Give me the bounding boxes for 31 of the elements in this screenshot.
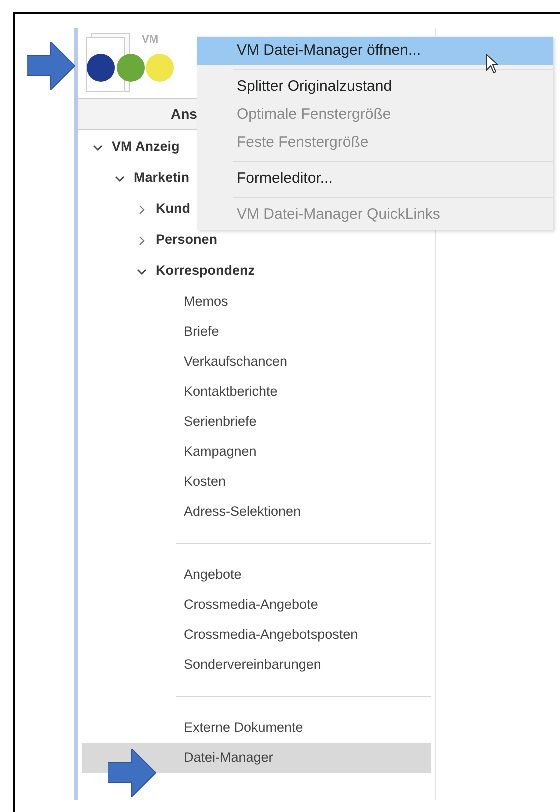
logo-text: VM (142, 33, 158, 48)
arrow-icon (27, 42, 75, 90)
tree-item[interactable]: Externe Dokumente (82, 713, 431, 743)
chevron-down-icon[interactable] (137, 266, 147, 276)
tree-item[interactable]: Kampagnen (82, 437, 431, 467)
menu-item[interactable]: VM Datei-Manager öffnen... (197, 37, 553, 65)
tree-item[interactable]: Sondervereinbarungen (82, 650, 431, 680)
menu-item[interactable]: Splitter Originalzustand (197, 73, 553, 101)
chevron-right-icon[interactable] (137, 236, 147, 246)
tree-item[interactable]: Serienbriefe (82, 407, 431, 437)
chevron-down-icon[interactable] (115, 174, 125, 184)
tree-item[interactable]: Datei-Manager (82, 743, 431, 773)
tree-item[interactable]: Kosten (82, 467, 431, 497)
tree-item[interactable]: Personen (156, 230, 218, 251)
chevron-down-icon[interactable] (93, 142, 103, 152)
tree-item[interactable]: Verkaufschancen (82, 347, 431, 377)
tree-item[interactable]: Adress-Selektionen (82, 497, 431, 527)
tree-item[interactable]: Kontaktberichte (82, 377, 431, 407)
tree-item[interactable]: Angebote (82, 560, 431, 590)
tree-item[interactable]: Crossmedia-Angebotsposten (82, 620, 431, 650)
tree-item[interactable]: VM Anzeig (112, 137, 180, 158)
tree-item[interactable]: Korrespondenz (156, 261, 256, 282)
tree-item[interactable]: Kund (156, 199, 190, 220)
tree-item[interactable]: Memos (82, 287, 431, 317)
tree-item[interactable]: Crossmedia-Angebote (82, 590, 431, 620)
tree-item[interactable]: Briefe (82, 317, 431, 347)
menu-item[interactable]: Formeleditor... (197, 165, 553, 193)
arrow-icon (108, 749, 156, 797)
chevron-right-icon[interactable] (137, 204, 147, 214)
cursor-icon (486, 54, 500, 74)
tree-item[interactable]: Marketin (134, 168, 190, 189)
